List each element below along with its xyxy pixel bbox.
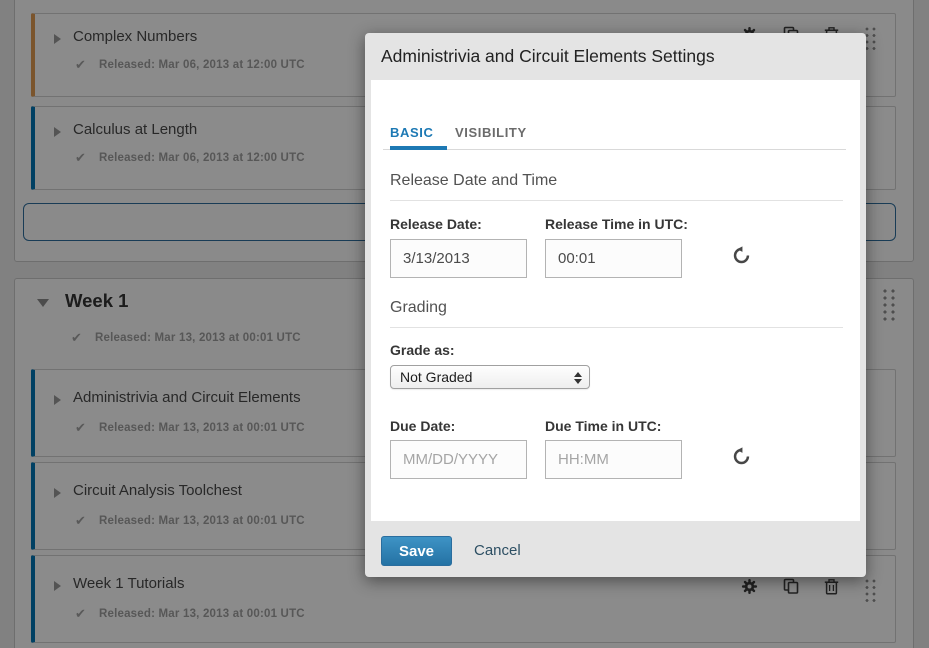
active-tab-underline xyxy=(390,146,447,150)
release-section-heading: Release Date and Time xyxy=(390,172,557,190)
save-button[interactable]: Save xyxy=(381,536,452,566)
grade-as-label: Grade as: xyxy=(390,342,455,358)
release-date-input[interactable] xyxy=(390,239,527,278)
reset-release-icon[interactable] xyxy=(732,246,751,265)
tab-visibility[interactable]: VISIBILITY xyxy=(455,125,527,140)
divider xyxy=(390,200,843,201)
grade-as-selected-value: Not Graded xyxy=(400,369,472,385)
due-time-label: Due Time in UTC: xyxy=(545,418,661,434)
modal-title: Administrivia and Circuit Elements Setti… xyxy=(381,46,715,67)
reset-due-icon[interactable] xyxy=(732,447,751,466)
grading-section-heading: Grading xyxy=(390,299,447,317)
course-outline-page: Complex Numbers ✔ Released: Mar 06, 2013… xyxy=(0,0,929,648)
release-time-input[interactable] xyxy=(545,239,682,278)
due-date-label: Due Date: xyxy=(390,418,455,434)
select-arrows-icon xyxy=(574,371,582,385)
release-time-label: Release Time in UTC: xyxy=(545,216,688,232)
due-date-input[interactable] xyxy=(390,440,527,479)
tab-divider xyxy=(383,149,846,150)
modal-content: BASIC VISIBILITY Release Date and Time R… xyxy=(371,80,860,521)
grade-as-select[interactable]: Not Graded xyxy=(390,365,590,389)
cancel-button[interactable]: Cancel xyxy=(474,542,521,559)
subsection-settings-modal: Administrivia and Circuit Elements Setti… xyxy=(365,33,866,577)
release-date-label: Release Date: xyxy=(390,216,482,232)
divider xyxy=(390,327,843,328)
tab-basic[interactable]: BASIC xyxy=(390,125,433,140)
due-time-input[interactable] xyxy=(545,440,682,479)
